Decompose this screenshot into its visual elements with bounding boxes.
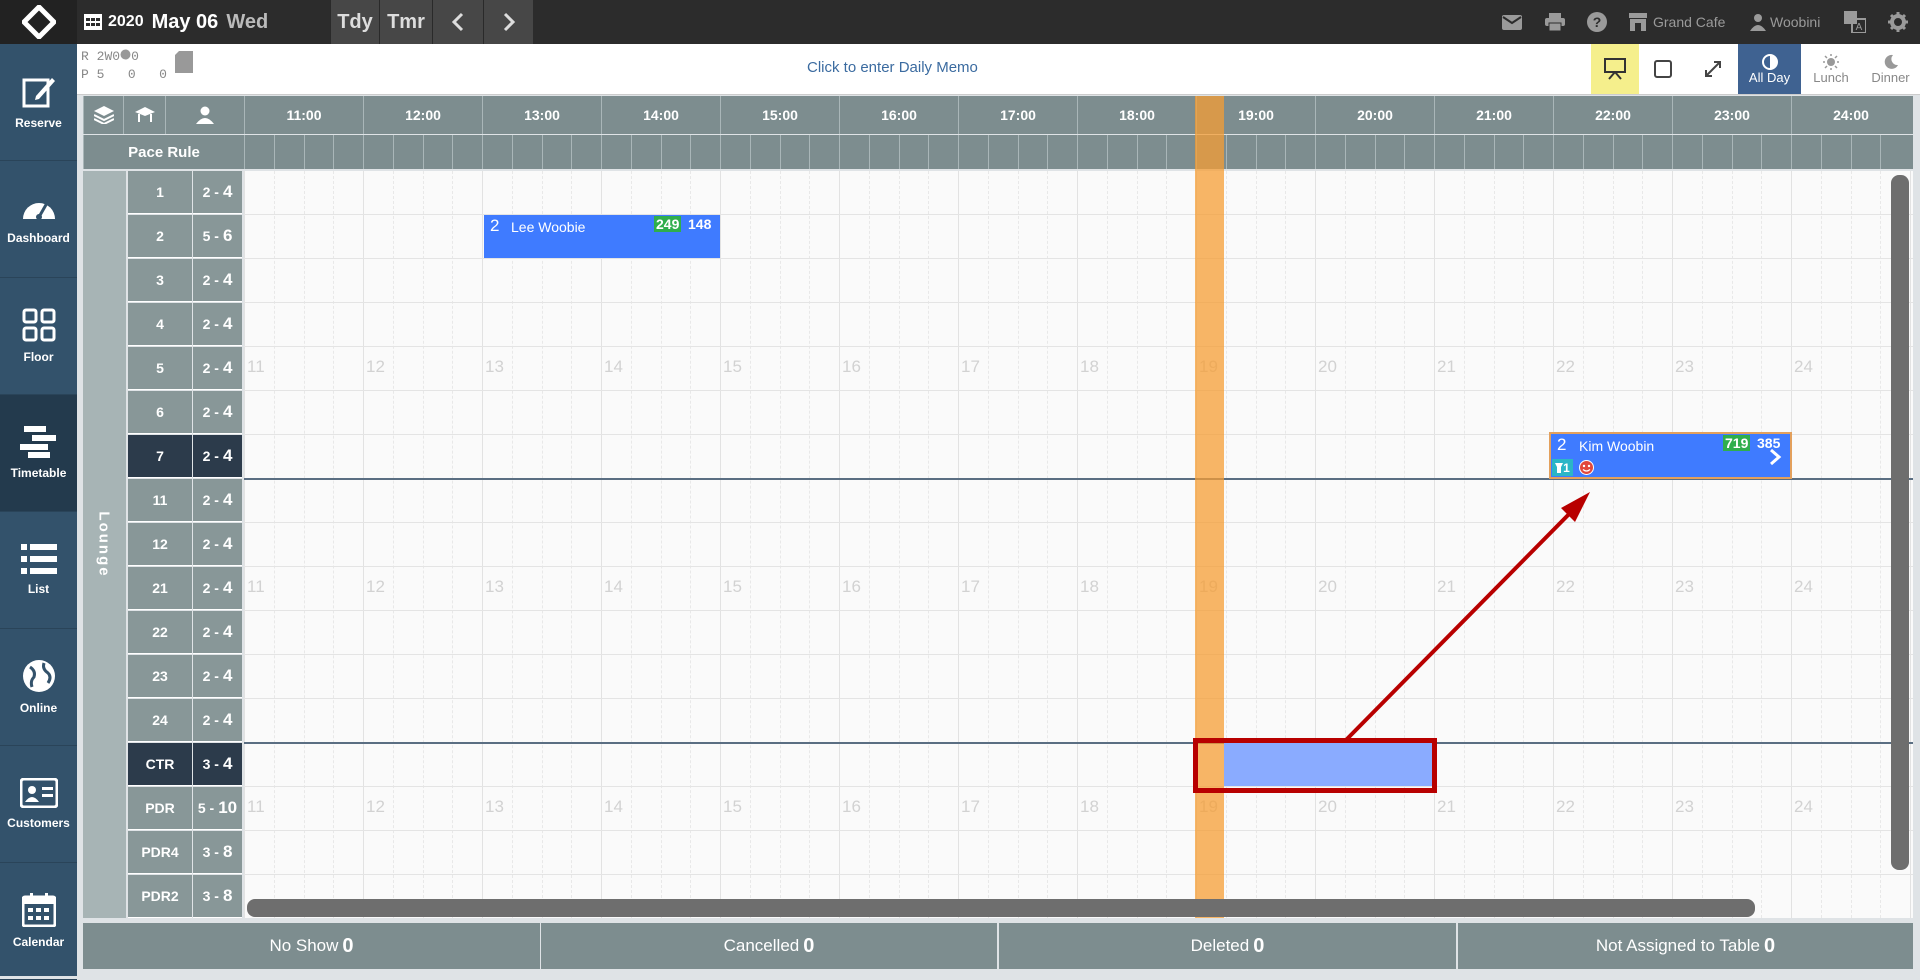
no-show-label: No Show (269, 936, 339, 955)
cancelled-tab[interactable]: Cancelled 0 (541, 923, 997, 969)
horizontal-scrollbar[interactable] (247, 899, 1755, 917)
not-assigned-label: Not Assigned to Table (1595, 936, 1760, 955)
cancelled-count: 0 (803, 934, 815, 957)
deleted-count: 0 (1253, 934, 1265, 957)
cancelled-label: Cancelled (723, 936, 800, 955)
no-show-tab[interactable]: No Show 0 (83, 923, 540, 969)
not-assigned-count: 0 (1764, 934, 1776, 957)
no-show-count: 0 (342, 934, 354, 957)
deleted-label: Deleted (1190, 936, 1250, 955)
annotation-arrow (1344, 492, 1590, 742)
vertical-scrollbar[interactable] (1891, 175, 1909, 870)
not-assigned-tab[interactable]: Not Assigned to Table 0 (1458, 923, 1913, 969)
deleted-tab[interactable]: Deleted 0 (999, 923, 1456, 969)
